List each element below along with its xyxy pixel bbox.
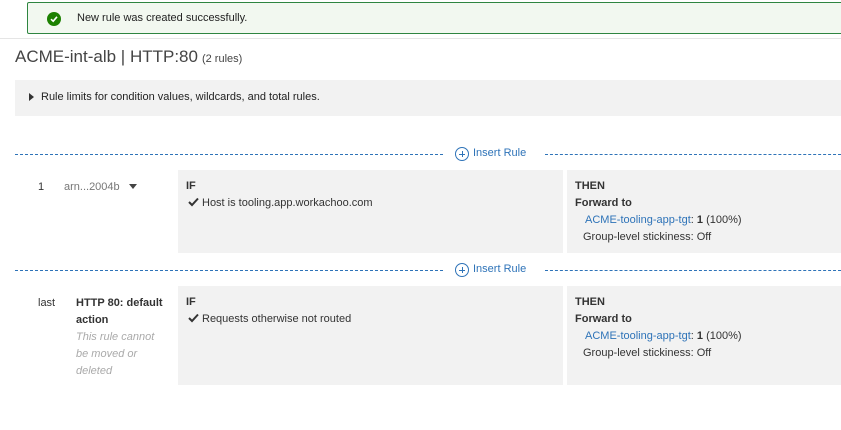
success-alert: New rule was created successfully. xyxy=(27,2,841,34)
rule-name: HTTP 80: default action xyxy=(76,297,163,326)
plus-circle-icon[interactable] xyxy=(455,147,469,161)
page-title: ACME-int-alb | HTTP:80 (2 rules) xyxy=(15,47,242,67)
condition-text: Requests otherwise not routed xyxy=(202,313,352,325)
header-divider xyxy=(0,38,841,39)
divider xyxy=(545,154,841,155)
stickiness-value: Off xyxy=(696,347,712,359)
target-group-line: ACME-tooling-app-tgt: 1 (100%) xyxy=(585,330,742,342)
rule-limits-expander[interactable]: Rule limits for condition values, wildca… xyxy=(15,80,841,116)
rule-number: 1 xyxy=(38,181,45,193)
caret-right-icon[interactable] xyxy=(29,93,34,101)
stickiness-value: Off xyxy=(696,231,712,243)
plus-circle-icon[interactable] xyxy=(455,263,469,277)
chevron-down-icon[interactable] xyxy=(129,184,137,189)
condition: Host is tooling.app.workachoo.com xyxy=(188,197,373,210)
target-weight: 1 xyxy=(696,330,704,342)
rule-limits-label[interactable]: Rule limits for condition values, wildca… xyxy=(41,91,320,103)
if-label: IF xyxy=(186,296,196,308)
rule-count: (2 rules) xyxy=(201,53,243,65)
insert-rule-link[interactable]: Insert Rule xyxy=(473,263,526,275)
if-panel: IF Host is tooling.app.workachoo.com xyxy=(178,170,563,253)
then-label: THEN xyxy=(575,180,605,192)
rule-row: 1 arn...2004b IF Host is tooling.app.wor… xyxy=(15,170,841,253)
target-weight-percent: (100%) xyxy=(706,214,742,226)
rule-note: This rule cannot be moved or deleted xyxy=(76,331,155,377)
forward-to-label: Forward to xyxy=(575,313,632,325)
divider xyxy=(15,154,443,155)
target-group-link[interactable]: ACME-tooling-app-tgt xyxy=(585,330,691,342)
if-panel: IF Requests otherwise not routed xyxy=(178,286,563,385)
then-panel: THEN Forward to ACME-tooling-app-tgt: 1 … xyxy=(567,170,841,253)
checkmark-icon xyxy=(188,197,199,210)
insert-rule-row: Insert Rule xyxy=(15,146,841,162)
checkmark-icon xyxy=(188,313,199,326)
divider xyxy=(545,270,841,271)
rule-row: last HTTP 80: default action This rule c… xyxy=(15,286,841,385)
target-group-link[interactable]: ACME-tooling-app-tgt xyxy=(585,214,691,226)
divider xyxy=(15,270,443,271)
insert-rule-link[interactable]: Insert Rule xyxy=(473,147,526,159)
rule-arn[interactable]: arn...2004b xyxy=(64,181,120,193)
stickiness-line: Group-level stickiness: Off xyxy=(583,347,712,359)
then-panel: THEN Forward to ACME-tooling-app-tgt: 1 … xyxy=(567,286,841,385)
rule-number: last xyxy=(38,297,56,309)
condition: Requests otherwise not routed xyxy=(188,313,351,326)
stickiness-line: Group-level stickiness: Off xyxy=(583,231,712,243)
alert-message: New rule was created successfully. xyxy=(77,12,248,24)
success-check-icon xyxy=(47,12,61,26)
forward-to-label: Forward to xyxy=(575,197,632,209)
insert-rule-row: Insert Rule xyxy=(15,262,841,278)
listener-title: ACME-int-alb | HTTP:80 xyxy=(15,47,198,66)
target-weight: 1 xyxy=(696,214,704,226)
target-group-line: ACME-tooling-app-tgt: 1 (100%) xyxy=(585,214,742,226)
condition-text: Host is tooling.app.workachoo.com xyxy=(202,197,373,209)
target-weight-percent: (100%) xyxy=(706,330,742,342)
then-label: THEN xyxy=(575,296,605,308)
if-label: IF xyxy=(186,180,196,192)
